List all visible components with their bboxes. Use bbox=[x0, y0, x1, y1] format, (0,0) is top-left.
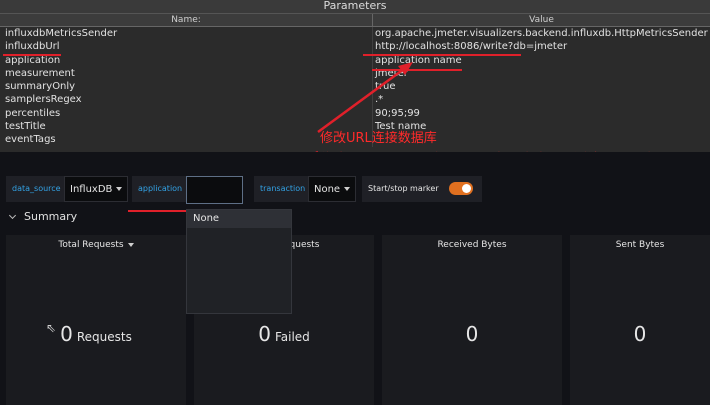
chevron-down-icon bbox=[116, 187, 123, 191]
data-source-select[interactable]: InfluxDB bbox=[64, 176, 129, 202]
table-row[interactable]: samplersRegex .* bbox=[0, 93, 710, 107]
card-title: Sent Bytes bbox=[615, 240, 665, 250]
annotation-underline bbox=[363, 54, 521, 56]
start-stop-marker-toggle[interactable] bbox=[449, 182, 473, 195]
transaction-label: transaction bbox=[254, 176, 312, 202]
application-select[interactable] bbox=[186, 176, 243, 204]
parameters-title: Parameters bbox=[0, 0, 710, 14]
transaction-value: None bbox=[314, 184, 341, 195]
transaction-select[interactable]: None bbox=[308, 176, 357, 202]
param-name: influxdbMetricsSender bbox=[0, 27, 373, 41]
param-name: summaryOnly bbox=[0, 80, 373, 94]
stat-card-received-bytes[interactable]: Received Bytes 0 bbox=[382, 235, 562, 405]
dashboard: data_source InfluxDB application transac… bbox=[0, 152, 710, 405]
param-name: eventTags bbox=[0, 133, 373, 147]
mouse-cursor-icon: ⇖ bbox=[46, 321, 57, 335]
param-name: testTitle bbox=[0, 120, 373, 134]
chevron-down-icon bbox=[344, 187, 351, 191]
card-value: 0 Requests bbox=[60, 322, 132, 346]
dropdown-option[interactable]: None bbox=[187, 210, 291, 228]
param-value[interactable]: http://localhost:8086/write?db=jmeter bbox=[373, 40, 710, 53]
data-source-value: InfluxDB bbox=[70, 184, 113, 195]
table-row[interactable]: percentiles 90;95;99 bbox=[0, 106, 710, 121]
param-name: measurement bbox=[0, 66, 373, 81]
param-name: influxdbUrl bbox=[0, 40, 373, 54]
table-row[interactable]: summaryOnly true bbox=[0, 80, 710, 94]
table-row[interactable]: measurement jmeter bbox=[0, 66, 710, 81]
stat-card-total-requests[interactable]: Total Requests 0 Requests bbox=[6, 235, 186, 405]
table-row[interactable]: influxdbMetricsSender org.apache.jmeter.v… bbox=[0, 27, 710, 41]
column-header-name[interactable]: Name: bbox=[0, 14, 373, 26]
card-value: 0 bbox=[465, 322, 479, 346]
table-row[interactable]: influxdbUrl http://localhost:8086/write?d… bbox=[0, 40, 710, 54]
column-header-value[interactable]: Value bbox=[373, 14, 710, 26]
summary-title: Summary bbox=[24, 210, 78, 223]
chevron-down-icon bbox=[8, 211, 17, 220]
annotation-underline bbox=[3, 54, 61, 56]
param-value[interactable]: .* bbox=[373, 93, 710, 106]
summary-row-header[interactable]: Summary bbox=[8, 210, 78, 223]
param-value[interactable]: org.apache.jmeter.visualizers.backend.in… bbox=[373, 27, 710, 40]
annotation-underline bbox=[372, 69, 462, 71]
card-value: 0 Failed bbox=[258, 322, 310, 346]
param-value[interactable]: true bbox=[373, 80, 710, 93]
application-dropdown-menu: None bbox=[186, 209, 292, 314]
application-label: application bbox=[132, 176, 189, 202]
annotation-url: 修改URL连接数据库 bbox=[320, 131, 437, 146]
toggle-knob bbox=[462, 184, 471, 193]
parameters-table-header: Name: Value bbox=[0, 14, 710, 27]
stat-card-sent-bytes[interactable]: Sent Bytes 0 bbox=[570, 235, 710, 405]
card-title[interactable]: Total Requests bbox=[6, 240, 186, 250]
param-name: percentiles bbox=[0, 106, 373, 121]
chevron-down-icon bbox=[127, 242, 134, 247]
card-value: 0 bbox=[633, 322, 647, 346]
table-row[interactable]: application application name bbox=[0, 53, 710, 67]
param-value[interactable]: 90;95;99 bbox=[373, 107, 710, 120]
data-source-label: data_source bbox=[6, 176, 67, 202]
annotation-underline bbox=[128, 210, 188, 212]
card-title: Received Bytes bbox=[437, 240, 507, 250]
param-name: samplersRegex bbox=[0, 93, 373, 107]
